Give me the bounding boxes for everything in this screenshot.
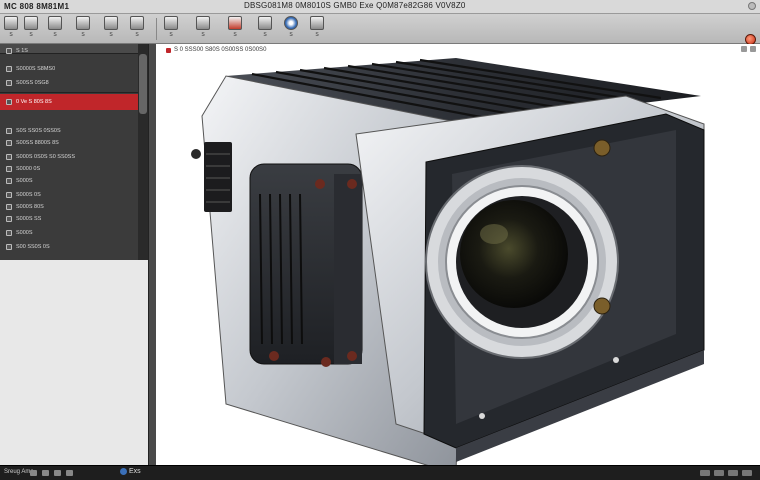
minimize-button[interactable]: [748, 2, 756, 10]
tree-item[interactable]: S000S 80S: [6, 202, 136, 212]
ribbon-button[interactable]: S: [310, 16, 324, 42]
feature-icon: [6, 128, 12, 134]
units-icon[interactable]: [700, 470, 710, 476]
ribbon-button[interactable]: S: [228, 16, 242, 42]
tool-icon: [130, 16, 144, 30]
ribbon-button[interactable]: S: [24, 16, 38, 42]
tool-icon: [76, 16, 90, 30]
feature-icon: [6, 192, 12, 198]
tree-item[interactable]: S00 SS0S 0S: [6, 242, 136, 252]
globe-icon: [284, 16, 298, 30]
tool-icon: [196, 16, 210, 30]
globe-icon: [120, 468, 127, 475]
tree-scrollbar[interactable]: [138, 44, 148, 260]
tree-item[interactable]: S000S 0S: [6, 190, 136, 200]
units-icon[interactable]: [728, 470, 738, 476]
status-icon[interactable]: [42, 470, 49, 476]
ribbon-button[interactable]: S: [76, 16, 90, 42]
status-icon[interactable]: [30, 470, 37, 476]
tool-icon: [258, 16, 272, 30]
feature-icon: [6, 66, 12, 72]
tree-item[interactable]: S 1S: [6, 46, 136, 56]
status-mid-text: Exs: [129, 468, 141, 475]
tree-divider: [0, 92, 138, 93]
feature-icon: [6, 140, 12, 146]
feature-icon: [6, 244, 12, 250]
property-panel: [0, 260, 150, 465]
tree-item-selected[interactable]: 0 Ve S 80S 8S: [0, 94, 138, 110]
ribbon-button[interactable]: S: [4, 16, 18, 42]
tool-icon: [48, 16, 62, 30]
status-icon[interactable]: [66, 470, 73, 476]
document-title: DBSG081M8 0M8010S GMB0 Exe Q0M87e82G86 V…: [244, 1, 466, 10]
feature-icon: [6, 99, 12, 105]
scrollbar-thumb[interactable]: [139, 54, 147, 114]
status-right-controls: [700, 470, 752, 476]
tree-item[interactable]: S000S: [6, 228, 136, 238]
ribbon-button[interactable]: S: [104, 16, 118, 42]
model-viewport[interactable]: S 0 SSS00 S80S 0S00SS 0S00S0: [156, 44, 760, 465]
app-title: MC 808 8M81M1: [4, 2, 70, 11]
ribbon-button[interactable]: S: [130, 16, 144, 42]
tree-item[interactable]: S0S SS0S 0SS0S: [6, 126, 136, 136]
ribbon-button[interactable]: S: [196, 16, 210, 42]
feature-icon: [6, 204, 12, 210]
tree-item[interactable]: S000S SS: [6, 214, 136, 224]
feature-icon: [6, 230, 12, 236]
tool-icon: [104, 16, 118, 30]
status-bar: Sreug Ame Exs: [0, 465, 760, 480]
feature-icon: [6, 48, 12, 54]
units-icon[interactable]: [714, 470, 724, 476]
title-bar: MC 808 8M81M1 DBSG081M8 0M8010S GMB0 Exe…: [0, 0, 760, 14]
ribbon-button[interactable]: S: [48, 16, 62, 42]
feature-icon: [6, 80, 12, 86]
feature-tree-panel: S 1S S0000S S8MS0 S00SS 0SG8 0 Ve S 80S …: [0, 44, 150, 260]
status-mid[interactable]: Exs: [120, 468, 141, 475]
tool-icon: [4, 16, 18, 30]
tree-item[interactable]: S00SS 0SG8: [6, 78, 136, 88]
camera-body-model: [191, 58, 705, 465]
status-icon[interactable]: [54, 470, 61, 476]
ribbon-button[interactable]: S: [284, 16, 298, 42]
tree-item[interactable]: S0000S S8MS0: [6, 64, 136, 74]
feature-icon: [6, 216, 12, 222]
tree-item[interactable]: S0000 0S: [6, 164, 136, 174]
ribbon-toolbar: S S S S S S S S S S S S: [0, 14, 760, 45]
ribbon-separator: [156, 18, 157, 40]
tool-icon: [310, 16, 324, 30]
units-icon[interactable]: [742, 470, 752, 476]
tree-item[interactable]: S00SS 8800S 8S: [6, 138, 136, 148]
tool-icon: [164, 16, 178, 30]
status-icons: [30, 470, 73, 476]
ribbon-button[interactable]: S: [258, 16, 272, 42]
tree-item[interactable]: S000S 0S0S S0 SS0SS: [6, 152, 136, 162]
panel-splitter[interactable]: [148, 44, 156, 465]
feature-icon: [6, 154, 12, 160]
feature-icon: [6, 178, 12, 184]
ribbon-button[interactable]: S: [164, 16, 178, 42]
tree-item[interactable]: S000S: [6, 176, 136, 186]
tool-icon: [228, 16, 242, 30]
tool-icon: [24, 16, 38, 30]
feature-icon: [6, 166, 12, 172]
